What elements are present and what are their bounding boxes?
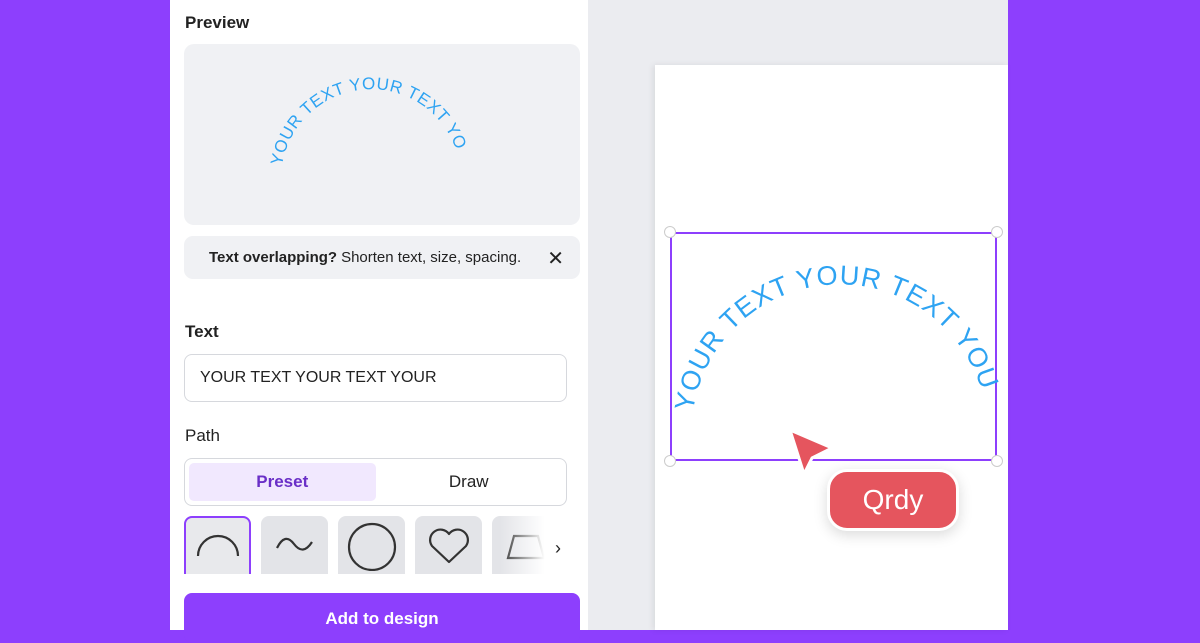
canvas-curved-text: YOUR TEXT YOUR TEXT YOUR [0,0,1005,476]
collaborator-cursor-label: Qrdy [827,469,959,531]
cursor-pointer-icon [788,428,834,476]
svg-text:YOUR TEXT YOUR TEXT YOUR: YOUR TEXT YOUR TEXT YOUR [0,0,1005,413]
